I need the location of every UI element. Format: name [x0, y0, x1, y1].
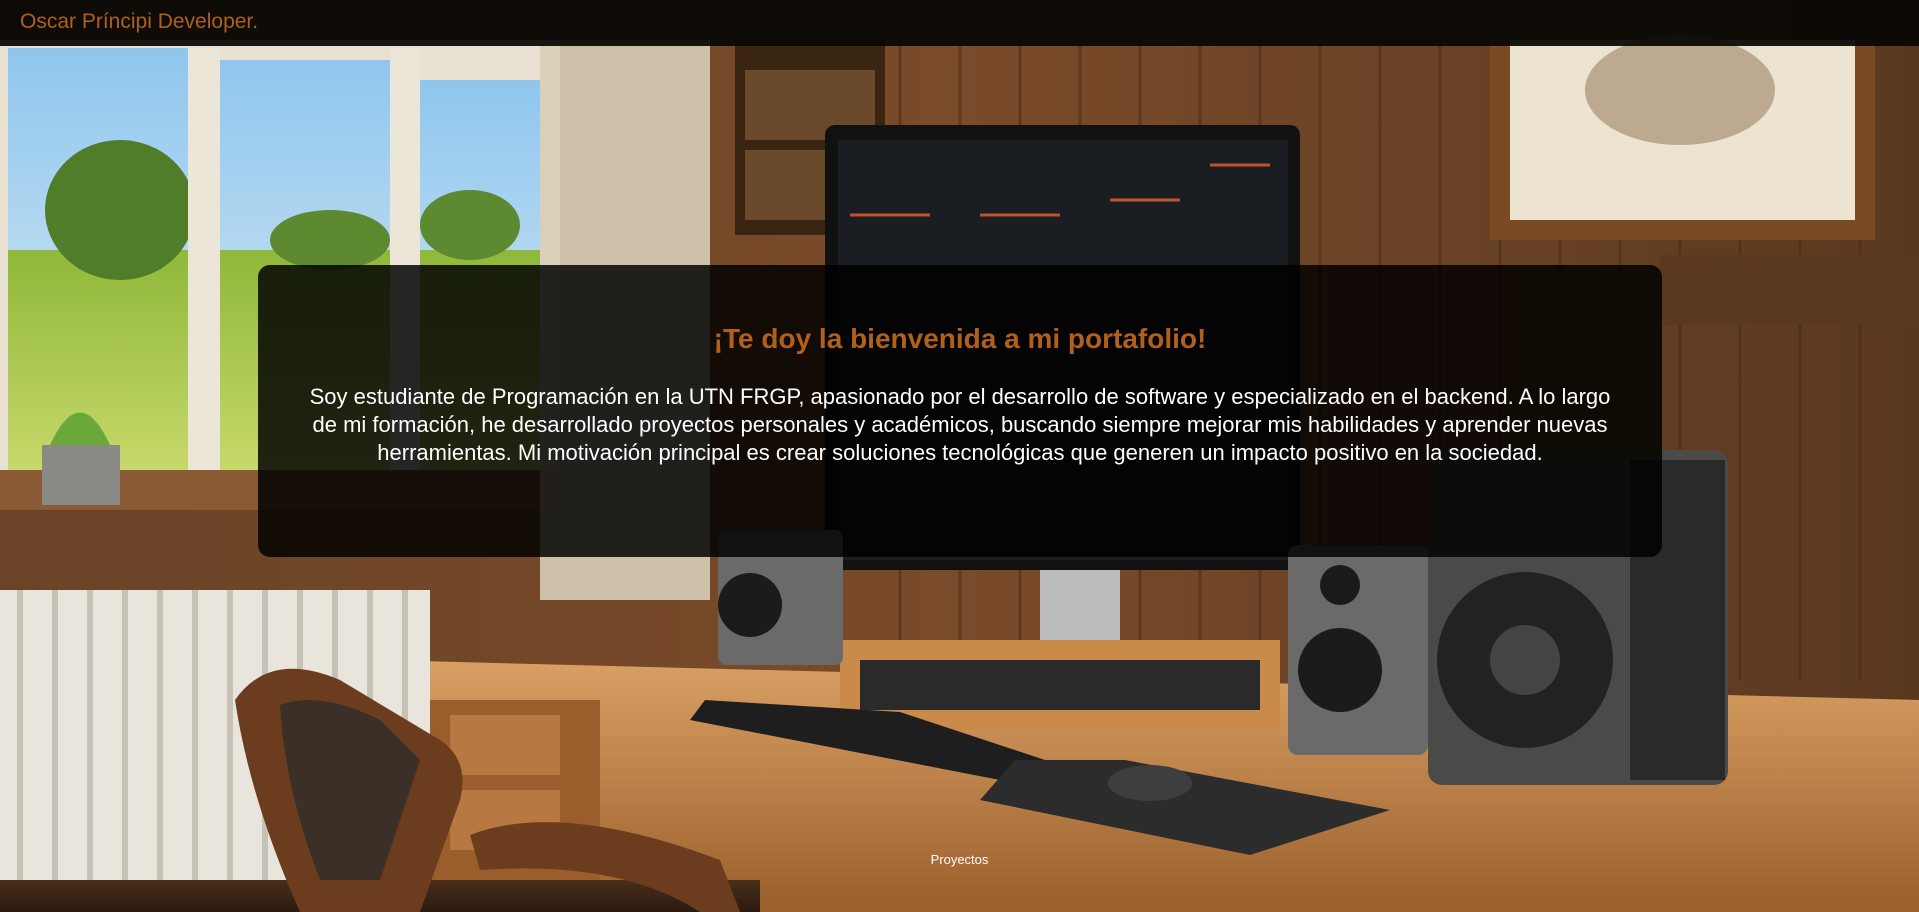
welcome-title: ¡Te doy la bienvenida a mi portafolio! — [713, 323, 1207, 354]
projects-nav: Proyectos — [0, 852, 1919, 867]
projects-link[interactable]: Proyectos — [931, 852, 989, 867]
top-navbar: Oscar Príncipi Developer. — [0, 0, 1919, 46]
welcome-card: ¡Te doy la bienvenida a mi portafolio! S… — [258, 265, 1662, 557]
welcome-description: Soy estudiante de Programación en la UTN… — [309, 384, 1611, 465]
brand-link[interactable]: Oscar Príncipi Developer. — [20, 10, 258, 34]
